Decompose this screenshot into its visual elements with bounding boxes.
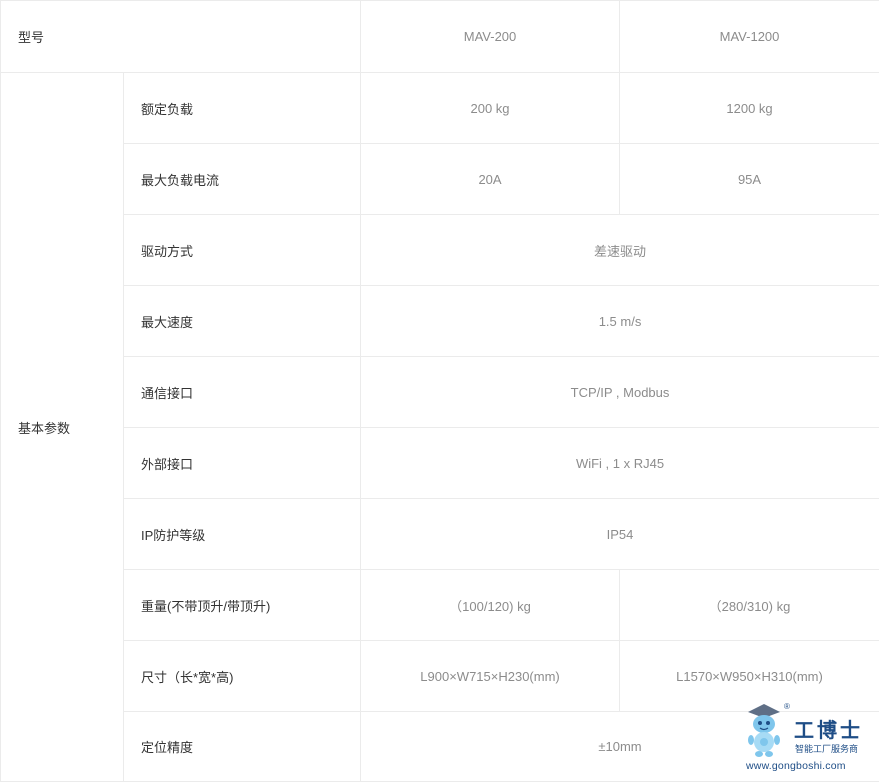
value-cell: 1200 kg [619, 72, 879, 144]
row-label-comm-interface: 通信接口 [122, 356, 362, 428]
value-cell: 20A [360, 143, 621, 215]
row-label-dimensions: 尺寸（长*宽*高) [122, 640, 362, 712]
value-cell-shared: 1.5 m/s [360, 285, 879, 357]
watermark-title: 工博士 [794, 718, 863, 742]
row-label-max-speed: 最大速度 [122, 285, 362, 357]
value-cell-shared: TCP/IP , Modbus [360, 356, 879, 428]
registered-mark: ® [784, 702, 790, 711]
table-row: 外部接口 WiFi , 1 x RJ45 [1, 427, 879, 499]
table-row: 最大速度 1.5 m/s [1, 285, 879, 357]
robot-mascot-icon [748, 704, 780, 757]
table-row: 重量(不带顶升/带顶升) （100/120) kg （280/310) kg [1, 569, 879, 641]
table-row: IP防护等级 IP54 [1, 498, 879, 570]
row-label-max-load-current: 最大负载电流 [122, 143, 362, 215]
spec-table: 型号 MAV-200 MAV-1200 基本参数 额定负载 200 kg 120… [0, 0, 879, 782]
table-row: 驱动方式 差速驱动 [1, 214, 879, 286]
value-cell-shared: 差速驱动 [360, 214, 879, 286]
group-label-basic-params: 基本参数 [0, 72, 124, 782]
table-row: 最大负载电流 20A 95A [1, 143, 879, 215]
table-row-model: 型号 MAV-200 MAV-1200 [0, 0, 879, 73]
value-cell: （280/310) kg [619, 569, 879, 641]
model-cell-mav-1200: MAV-1200 [619, 0, 879, 73]
watermark-subtitle: 智能工厂服务商 [795, 744, 859, 754]
row-label-drive-mode: 驱动方式 [122, 214, 362, 286]
row-label-positioning-accuracy: 定位精度 [122, 711, 362, 782]
row-label-external-interface: 外部接口 [122, 427, 362, 499]
value-cell: 95A [619, 143, 879, 215]
watermark-logo: ® 工博士 智能工厂服务商 www.gongboshi.com [740, 700, 876, 780]
table-row: 通信接口 TCP/IP , Modbus [1, 356, 879, 428]
value-cell-shared: WiFi , 1 x RJ45 [360, 427, 879, 499]
value-cell: 200 kg [360, 72, 621, 144]
table-row: 基本参数 额定负载 200 kg 1200 kg [0, 72, 879, 782]
value-cell: L900×W715×H230(mm) [360, 640, 621, 712]
value-cell: （100/120) kg [360, 569, 621, 641]
watermark-url: www.gongboshi.com [746, 760, 846, 772]
value-cell-shared: IP54 [360, 498, 879, 570]
model-header-cell: 型号 [0, 0, 362, 73]
row-label-rated-load: 额定负载 [122, 72, 362, 144]
row-label-ip-rating: IP防护等级 [122, 498, 362, 570]
row-label-weight: 重量(不带顶升/带顶升) [122, 569, 362, 641]
model-cell-mav-200: MAV-200 [360, 0, 621, 73]
